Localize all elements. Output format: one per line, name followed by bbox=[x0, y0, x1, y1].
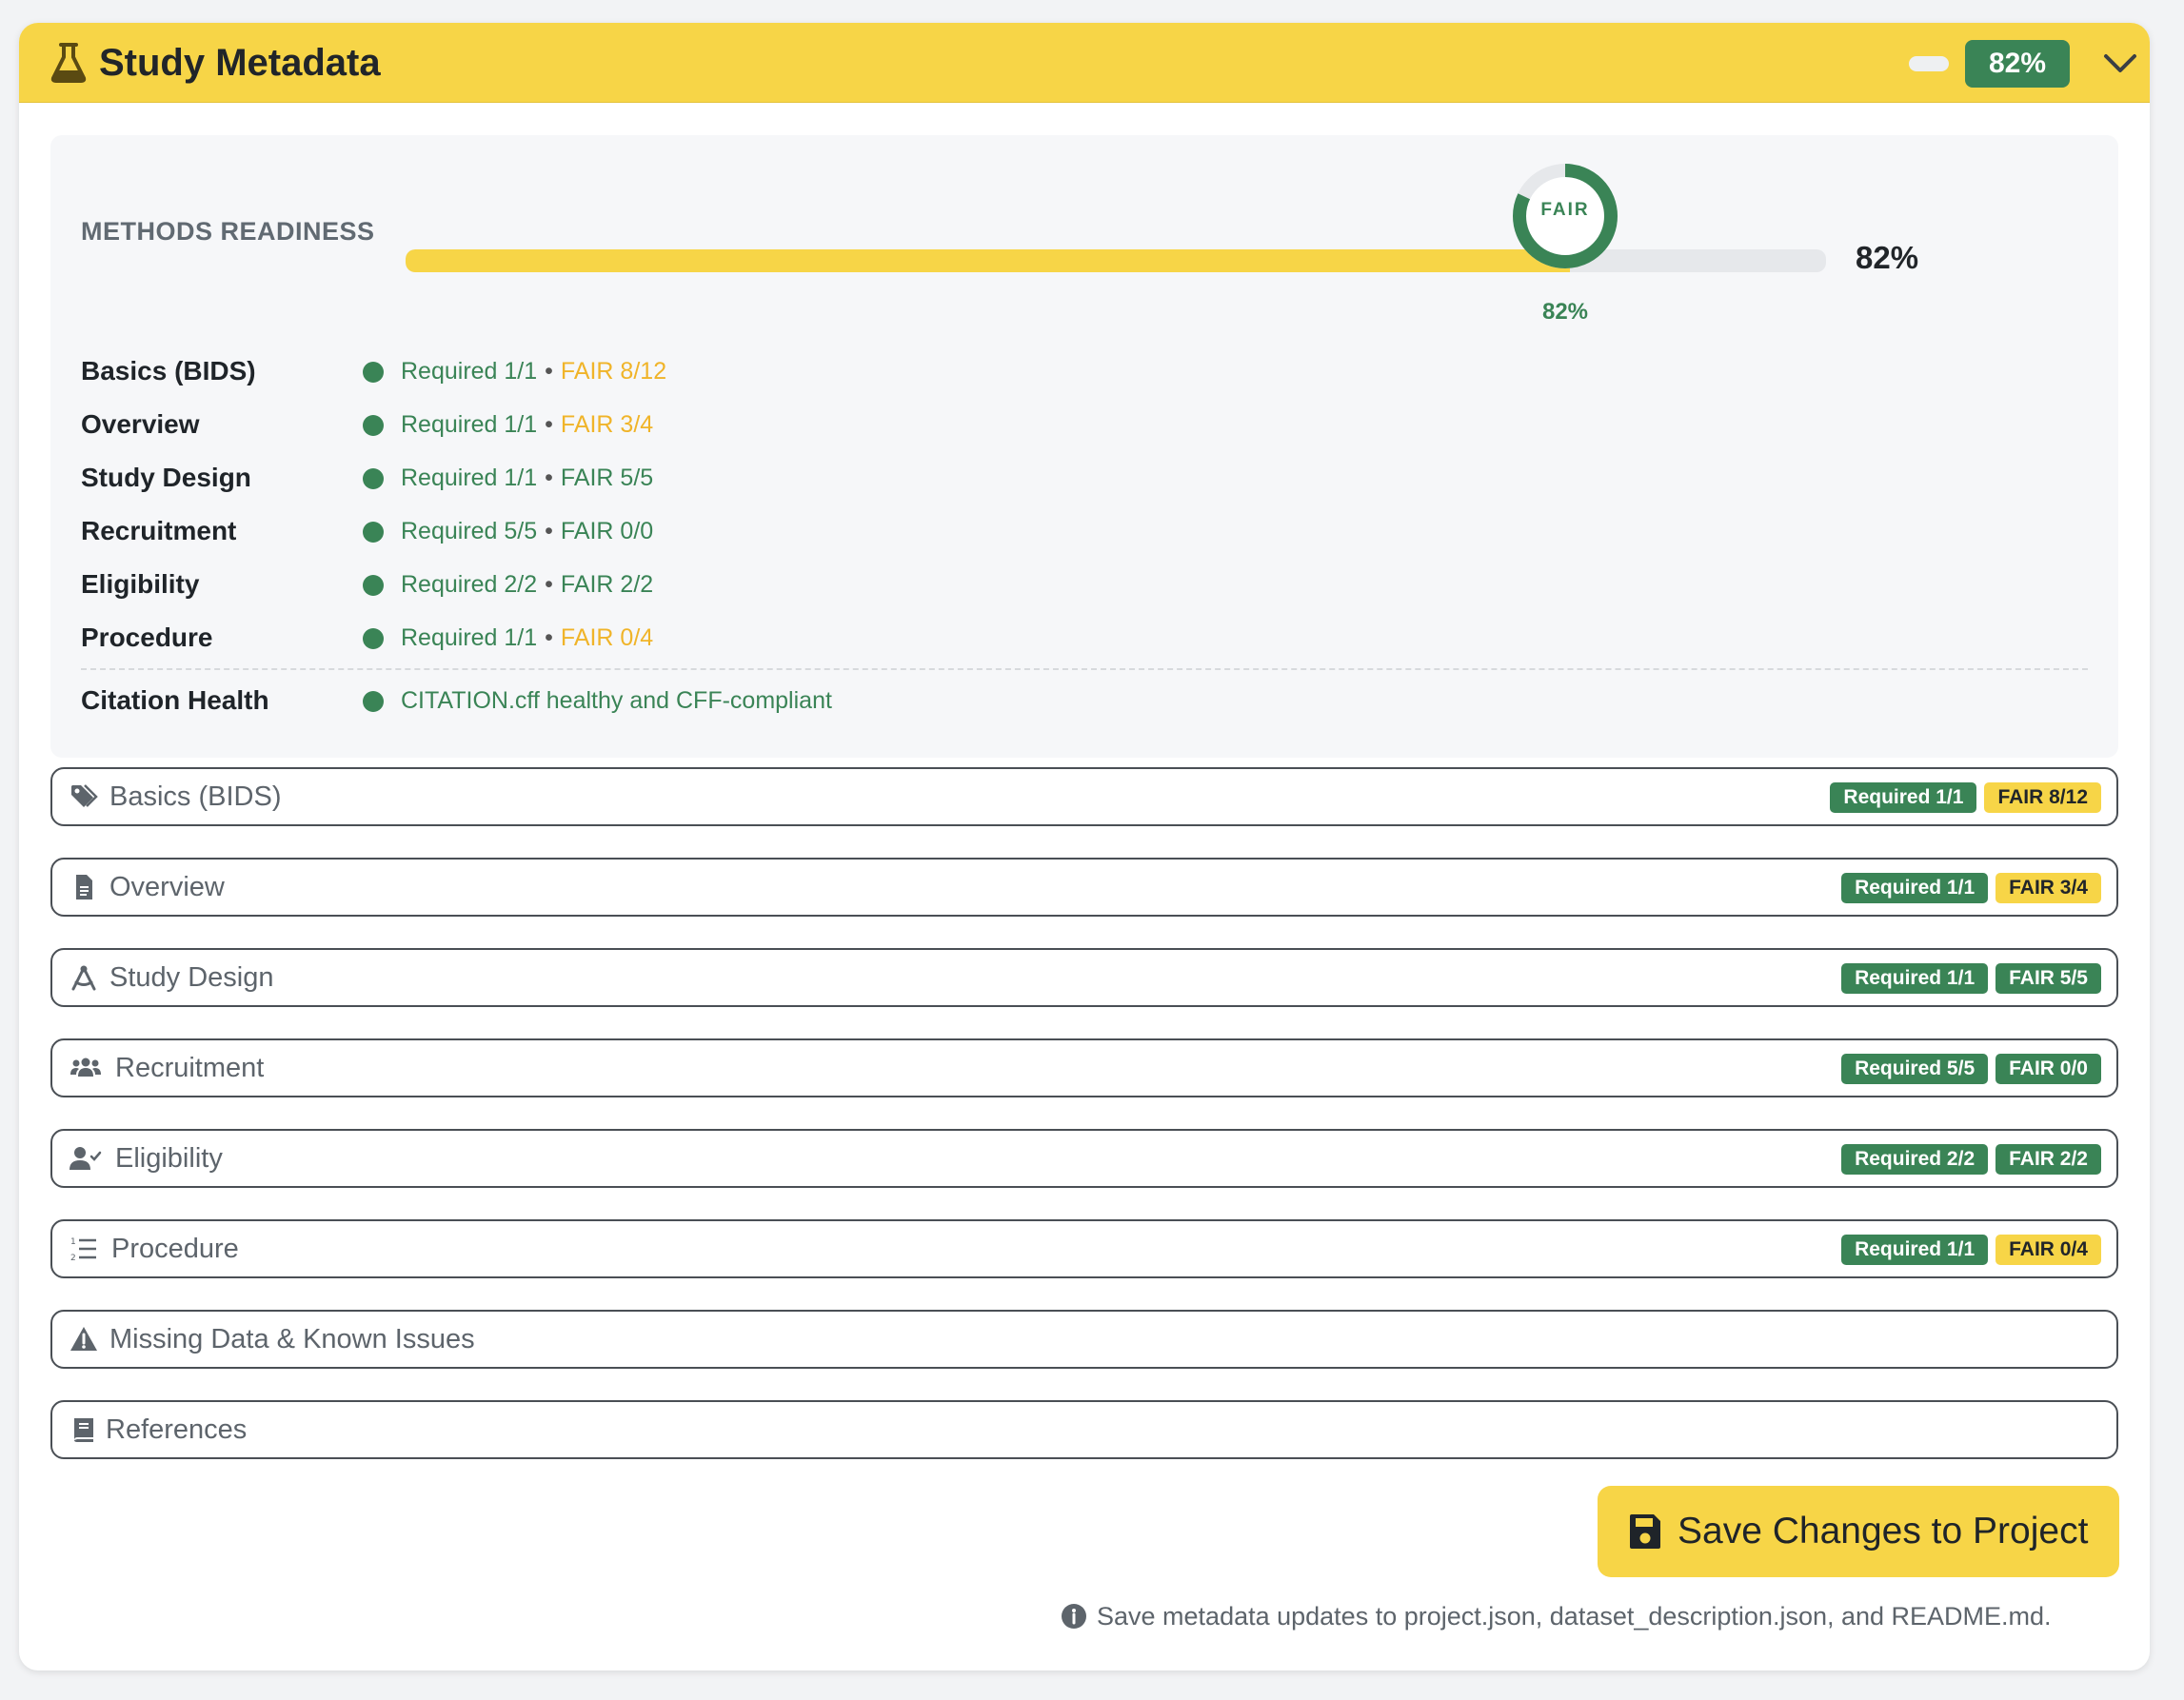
study-metadata-card: Study Metadata 82% METHODS READINESS 82%… bbox=[19, 23, 2150, 1670]
svg-text:2: 2 bbox=[70, 1254, 76, 1263]
chevron-down-icon[interactable] bbox=[2102, 51, 2138, 76]
accordion-basics[interactable]: Basics (BIDS) Required 1/1 FAIR 8/12 bbox=[50, 767, 2118, 826]
section-status: Required 1/1 • FAIR 8/12 bbox=[401, 358, 667, 385]
accordion-recruitment[interactable]: Recruitment Required 5/5 FAIR 0/0 bbox=[50, 1038, 2118, 1097]
accordion-eligibility[interactable]: Eligibility Required 2/2 FAIR 2/2 bbox=[50, 1129, 2118, 1188]
section-name: Procedure bbox=[81, 623, 213, 652]
header-pill bbox=[1909, 56, 1949, 71]
svg-text:1: 1 bbox=[70, 1237, 76, 1247]
users-icon bbox=[70, 1058, 101, 1077]
floppy-disk-icon bbox=[1630, 1514, 1660, 1549]
save-changes-button[interactable]: Save Changes to Project bbox=[1598, 1486, 2119, 1577]
fair-badge: FAIR 3/4 bbox=[1995, 873, 2101, 903]
section-name: Basics (BIDS) bbox=[81, 356, 256, 385]
fair-ring: FAIR bbox=[1511, 162, 1619, 270]
completion-badge: 82% bbox=[1965, 40, 2070, 88]
required-badge: Required 1/1 bbox=[1841, 963, 1989, 994]
accordion-title: References bbox=[106, 1414, 248, 1445]
section-name: Study Design bbox=[81, 463, 251, 492]
accordion-title: Missing Data & Known Issues bbox=[109, 1324, 475, 1354]
readiness-row-basics: Basics (BIDS) Required 1/1 • FAIR 8/12 bbox=[81, 352, 1033, 390]
status-dot bbox=[363, 468, 384, 489]
required-badge: Required 1/1 bbox=[1841, 1235, 1989, 1265]
section-name: Citation Health bbox=[81, 685, 269, 715]
status-dot bbox=[363, 415, 384, 436]
section-status: Required 5/5 • FAIR 0/0 bbox=[401, 518, 654, 544]
warning-icon bbox=[70, 1327, 97, 1351]
accordion-title: Eligibility bbox=[115, 1143, 223, 1174]
accordion-study-design[interactable]: Study Design Required 1/1 FAIR 5/5 bbox=[50, 948, 2118, 1007]
accordion-procedure[interactable]: 1 2 Procedure Required 1/1 FAIR 0/4 bbox=[50, 1219, 2118, 1278]
status-dot bbox=[363, 691, 384, 712]
status-dot bbox=[363, 628, 384, 649]
section-name: Overview bbox=[81, 409, 200, 439]
accordion-missing-data[interactable]: Missing Data & Known Issues bbox=[50, 1310, 2118, 1369]
badge-group: Required 2/2 FAIR 2/2 bbox=[1841, 1144, 2101, 1175]
required-badge: Required 1/1 bbox=[1830, 782, 1977, 813]
readiness-row-eligibility: Eligibility Required 2/2 • FAIR 2/2 bbox=[81, 565, 1033, 603]
flask-icon bbox=[50, 43, 87, 83]
badge-group: Required 1/1 FAIR 5/5 bbox=[1841, 963, 2101, 994]
citation-status: CITATION.cff healthy and CFF-compliant bbox=[401, 687, 832, 714]
readiness-label: METHODS READINESS bbox=[81, 217, 375, 246]
status-dot bbox=[363, 522, 384, 543]
save-button-label: Save Changes to Project bbox=[1678, 1511, 2089, 1552]
user-check-icon bbox=[69, 1147, 102, 1170]
accordion-references[interactable]: References bbox=[50, 1400, 2118, 1459]
badge-group: Required 1/1 FAIR 8/12 bbox=[1830, 782, 2101, 813]
fair-badge: FAIR 0/4 bbox=[1995, 1235, 2101, 1265]
numbered-list-icon: 1 2 bbox=[70, 1237, 96, 1263]
section-status: Required 1/1 • FAIR 3/4 bbox=[401, 411, 654, 438]
fair-badge: FAIR 2/2 bbox=[1995, 1144, 2101, 1175]
badge-group: Required 1/1 FAIR 0/4 bbox=[1841, 1235, 2101, 1265]
fair-badge: FAIR 5/5 bbox=[1995, 963, 2101, 994]
section-name: Recruitment bbox=[81, 516, 237, 545]
status-dot bbox=[363, 362, 384, 383]
tags-icon bbox=[71, 784, 98, 807]
card-header[interactable]: Study Metadata 82% bbox=[19, 23, 2150, 103]
accordion-title: Basics (BIDS) bbox=[109, 781, 282, 812]
accordion-title: Study Design bbox=[109, 962, 274, 993]
readiness-row-procedure: Procedure Required 1/1 • FAIR 0/4 bbox=[81, 619, 1033, 657]
accordion-title: Recruitment bbox=[115, 1053, 265, 1083]
readiness-row-citation: Citation Health CITATION.cff healthy and… bbox=[81, 682, 1033, 720]
section-status: Required 1/1 • FAIR 0/4 bbox=[401, 624, 654, 651]
accordion-title: Overview bbox=[109, 872, 225, 902]
fair-ring-label: FAIR bbox=[1540, 200, 1590, 220]
badge-group: Required 1/1 FAIR 3/4 bbox=[1841, 873, 2101, 903]
divider bbox=[81, 668, 2088, 670]
fair-badge: FAIR 0/0 bbox=[1995, 1054, 2101, 1084]
accordion-overview[interactable]: Overview Required 1/1 FAIR 3/4 bbox=[50, 858, 2118, 917]
badge-group: Required 5/5 FAIR 0/0 bbox=[1841, 1054, 2101, 1084]
compass-drafting-icon bbox=[71, 965, 96, 991]
section-status: Required 1/1 • FAIR 5/5 bbox=[401, 465, 654, 491]
accordion-title: Procedure bbox=[111, 1234, 239, 1264]
readiness-percent: 82% bbox=[1856, 240, 1919, 275]
status-dot bbox=[363, 575, 384, 596]
readiness-row-study-design: Study Design Required 1/1 • FAIR 5/5 bbox=[81, 459, 1033, 497]
readiness-progress-fill bbox=[406, 249, 1571, 272]
readiness-row-overview: Overview Required 1/1 • FAIR 3/4 bbox=[81, 405, 1033, 444]
methods-readiness-panel: METHODS READINESS 82% FAIR 82% Basics (B… bbox=[50, 135, 2118, 758]
document-icon bbox=[76, 875, 92, 899]
required-badge: Required 1/1 bbox=[1841, 873, 1989, 903]
readiness-row-recruitment: Recruitment Required 5/5 • FAIR 0/0 bbox=[81, 512, 1033, 550]
section-name: Eligibility bbox=[81, 569, 200, 599]
fair-badge: FAIR 8/12 bbox=[1984, 782, 2101, 813]
section-status: Required 2/2 • FAIR 2/2 bbox=[401, 571, 654, 598]
save-note-text: Save metadata updates to project.json, d… bbox=[1097, 1602, 2052, 1631]
info-icon bbox=[1062, 1604, 1086, 1629]
required-badge: Required 5/5 bbox=[1841, 1054, 1989, 1084]
fair-ring-percent: 82% bbox=[1541, 299, 1589, 325]
book-icon bbox=[74, 1418, 93, 1442]
required-badge: Required 2/2 bbox=[1841, 1144, 1989, 1175]
page-title: Study Metadata bbox=[99, 42, 381, 84]
